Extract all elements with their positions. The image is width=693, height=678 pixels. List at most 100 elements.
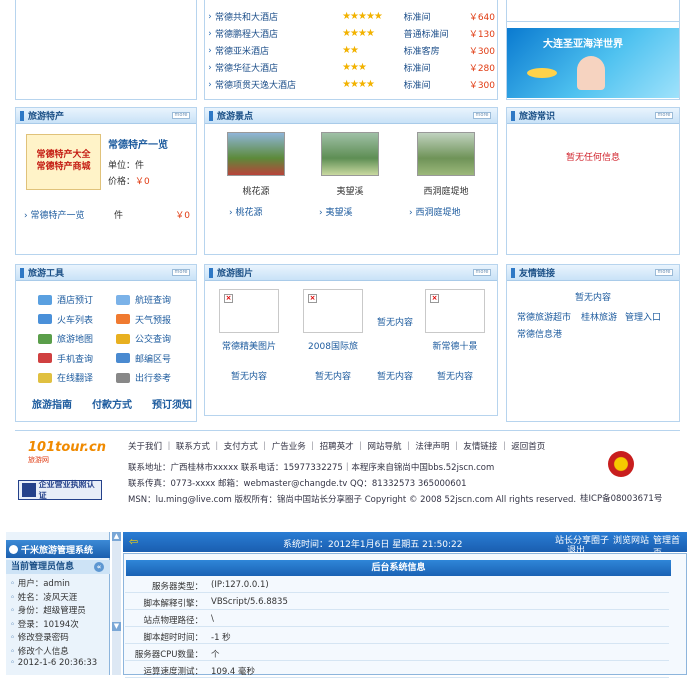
scenic-caption-3[interactable]: 西洞庭堤地 [407,184,485,197]
police-badge-icon[interactable] [608,451,634,477]
scenic-photo-3[interactable] [417,132,475,176]
specialty-name[interactable]: 常德特产一览 [108,136,168,151]
top-link-browse[interactable]: 浏览网站 [613,533,649,546]
tool-link[interactable]: 旅游地图 [38,332,93,345]
system-time: 系统时间：2012年1月6日 星期五 21:50:22 [283,540,463,550]
scenic-link-2[interactable]: › 夷望溪 [319,205,352,218]
ocean-banner[interactable]: 大连圣亚海洋世界 [507,28,679,98]
photo-caption-3[interactable]: 暂无内容 [365,315,425,328]
tool-icon [116,294,130,305]
scenic-photo-2[interactable] [321,132,379,176]
hotel-name[interactable]: 常德华征大酒店 [215,61,342,74]
photo-thumb-2[interactable]: × [303,289,363,333]
hotel-row[interactable]: › 常德亚米酒店 ★★ 标准客房 ￥300 [205,42,495,59]
banner-panel: 大连圣亚海洋世界 [506,0,680,100]
tool-link[interactable]: 火车列表 [38,313,93,326]
scroll-down-icon[interactable]: ▼ [112,622,121,631]
tool-link[interactable]: 酒店预订 [38,293,93,306]
hotel-row[interactable]: › 常德项贯天逸大酒店 ★★★★ 标准间 ￥300 [205,76,495,93]
tool-link[interactable]: 天气预报 [116,313,171,326]
hotel-row[interactable]: › 常德华征大酒店 ★★★ 标准间 ￥280 [205,59,495,76]
tools-more-button[interactable]: more [172,269,190,276]
specialty-list-row[interactable]: › 常德特产一览 件 ￥0 [24,208,190,221]
hotel-name[interactable]: 常德项贯天逸大酒店 [215,78,342,91]
hotel-price: ￥130 [468,30,496,40]
footer-divider [15,430,680,431]
tool-link[interactable]: 出行参考 [116,371,171,384]
friends-title: 友情链接 [519,269,556,279]
bullet-icon: › [208,62,212,73]
friend-link-3[interactable]: 管理入口 [625,310,661,323]
tool-icon [38,372,52,383]
rating-stars: ★★★★ [342,28,375,39]
left-top-panel [15,0,197,100]
photo-thumb-4[interactable]: × [425,289,485,333]
photo-caption-4[interactable]: 新常德十景 [417,339,493,352]
booking-notice-link[interactable]: 预订须知 [152,396,192,411]
specialty-row-name[interactable]: › 常德特产一览 [24,208,114,221]
hotel-name[interactable]: 常德亚米酒店 [215,44,342,57]
hotel-name[interactable]: 常德共和大酒店 [215,10,342,23]
knowledge-more-button[interactable]: more [655,112,673,119]
friend-link-4[interactable]: 常德信息港 [517,327,562,340]
tool-link[interactable]: 公交查询 [116,332,171,345]
top-right-strip [507,0,679,22]
tools-panel: 旅游工具 more 酒店预订 航班查询火车列表 天气预报旅游地图 公交查询手机查询 邮编… [15,264,197,422]
scenic-photo-1[interactable] [227,132,285,176]
manager-info-header[interactable]: 当前管理员信息 « [6,560,110,574]
collapse-icon[interactable]: « [94,562,104,572]
admin-info-item: ◦ 身份：超级管理员 [10,606,86,616]
hotel-price: ￥280 [468,64,496,74]
specialty-price-label: 价格： [108,177,136,187]
icp-number[interactable]: 桂ICP备08003671号 [580,492,662,504]
admin-sidebar: 千米旅游管理系统 当前管理员信息 « ◦ 用户：admin ◦ 姓名：凌风天涯 ◦ … [6,532,110,675]
scroll-up-icon[interactable]: ▲ [112,532,121,541]
hotel-name[interactable]: 常德鹏程大酒店 [215,27,342,40]
tool-link[interactable]: 在线翻译 [38,371,93,384]
photo-caption-1[interactable]: 常德精美图片 [211,339,287,352]
tool-link[interactable]: 航班查询 [116,293,171,306]
system-info-value: VBScript/5.6.8835 [211,597,288,607]
guide-link[interactable]: 旅游指南 [32,396,72,411]
specialty-more-button[interactable]: more [172,112,190,119]
friend-link-2[interactable]: 桂林旅游 [581,310,617,323]
specialty-unit: 单位：件 [108,161,145,171]
photos-more-button[interactable]: more [473,269,491,276]
friends-more-button[interactable]: more [655,269,673,276]
tool-icon [116,333,130,344]
admin-info-item[interactable]: ◦ 修改登录密码 [10,631,69,643]
footer-nav[interactable]: 关于我们 ｜ 联系方式 ｜ 支付方式 ｜ 广告业务 ｜ 招聘英才 ｜ 网站导航 … [128,440,545,452]
room-type: 标准间 [403,64,431,74]
photo-caption-2[interactable]: 2008国际旅 [295,339,371,352]
tools-header: 旅游工具 [16,265,196,281]
scenic-link-3[interactable]: › 西洞庭堤地 [409,205,460,218]
bullet-icon: ◦ [10,619,18,630]
tool-icon [38,333,52,344]
footer-copyright: MSN：lu.ming@live.com 版权所有：锦尚中国站长分享圈子 Cop… [128,495,577,505]
payment-link[interactable]: 付款方式 [92,396,132,411]
tool-link[interactable]: 手机查询 [38,352,93,365]
scenic-link-1[interactable]: › 桃花源 [229,205,262,218]
business-license-badge[interactable]: 企业营业执照认证 [18,480,102,500]
scenic-caption-1[interactable]: 桃花源 [227,184,285,197]
specialty-image[interactable]: 常德特产大全 常德特产商城 [26,134,101,190]
tools-title: 旅游工具 [28,269,65,279]
sidebar-scrollbar[interactable]: ▲ ▼ [112,532,121,675]
footer-logo-sub: 旅游网 [28,456,49,464]
admin-info-item: ◦ 姓名：凌风天涯 [10,592,78,603]
back-arrow-icon[interactable]: ⇦ [129,535,138,548]
admin-info-item[interactable]: ◦ 修改个人信息 [10,645,69,657]
scenic-caption-2[interactable]: 夷望溪 [321,184,379,197]
photo-thumb-1[interactable]: × [219,289,279,333]
hotel-row[interactable]: › 常德共和大酒店 ★★★★★ 标准间 ￥640 [205,8,495,25]
tool-link[interactable]: 邮编区号 [116,352,171,365]
bullet-icon: ◦ [10,646,18,657]
system-info-key: 服务器CPU数量： [134,650,203,660]
system-info-row: 站点物理路径： \ [125,610,669,627]
hotel-row[interactable]: › 常德鹏程大酒店 ★★★★ 普通标准间 ￥130 [205,25,495,42]
friend-link-1[interactable]: 常德旅游超市 [517,310,571,323]
bullet-icon: › [208,79,212,90]
scenic-more-button[interactable]: more [473,112,491,119]
footer-logo[interactable]: 101tour.cn 旅游网 [28,440,114,470]
bullet-icon: ◦ [10,592,18,603]
